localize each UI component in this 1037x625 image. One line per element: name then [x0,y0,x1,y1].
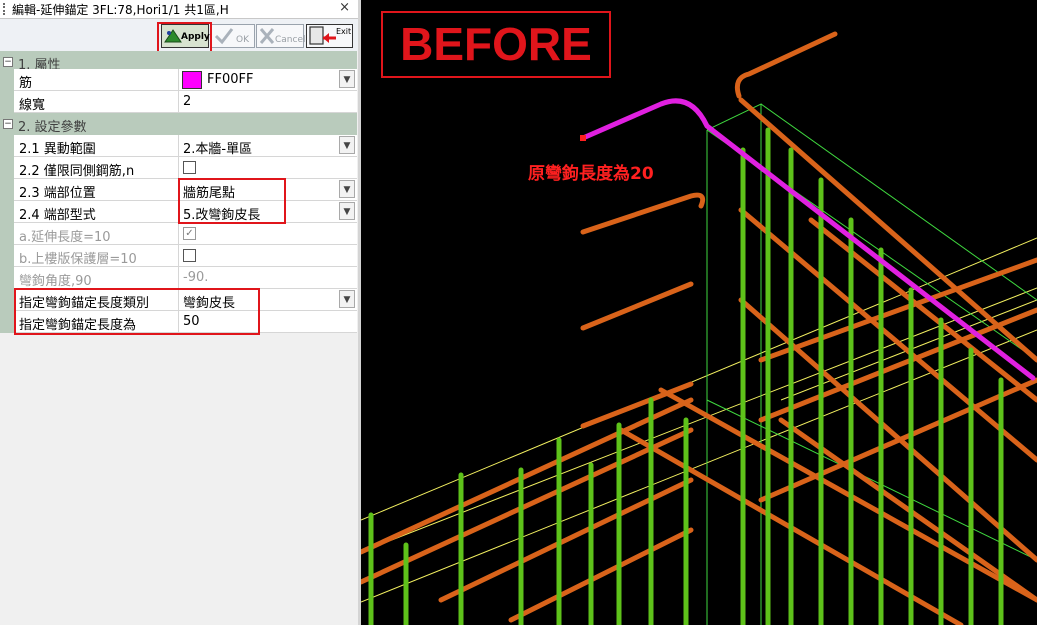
chevron-down-icon[interactable]: ▼ [339,136,355,154]
extend-length-checkbox: ✓ [183,227,196,240]
prop-name: a.延伸長度=10 [19,230,111,245]
prop-name: 彎鉤角度,90 [19,274,92,289]
before-badge: BEFORE [381,11,611,78]
chevron-down-icon[interactable]: ▼ [339,290,355,308]
panel-title: 編輯-延伸錨定 3FL:78,Hori1/1 共1區,H [12,3,229,17]
same-side-checkbox[interactable] [183,161,196,174]
anchor-settings-highlight-box [14,288,260,335]
prop-rebar[interactable]: 筋 FF00FF ▼ [0,69,357,91]
drag-grip-icon[interactable] [3,3,8,15]
prop-value: FF00FF [207,72,254,87]
rebar-3d-viewport[interactable] [361,0,1037,625]
prop-hook-angle: 彎鉤角度,90 -90. [0,267,357,289]
cancel-x-icon [259,28,275,44]
prop-line-width[interactable]: 線寬 2 [0,91,357,113]
end-settings-highlight-box [178,178,286,224]
chevron-down-icon[interactable]: ▼ [339,70,355,88]
apply-highlight-box [157,22,212,53]
section-label: 2. 設定參數 [18,120,87,135]
cancel-label: Cancel [275,35,306,45]
panel-title-bar: 編輯-延伸錨定 3FL:78,Hori1/1 共1區,H × [0,0,358,19]
exit-label: Exit [336,27,352,36]
prop-value: 2 [183,94,192,109]
prop-name: 筋 [19,76,33,91]
prop-slab-cover[interactable]: b.上樓版保護層=10 [0,245,357,267]
rebar-model [361,0,1037,625]
color-swatch [182,71,202,89]
ok-button[interactable]: OK [211,24,255,48]
property-panel: 編輯-延伸錨定 3FL:78,Hori1/1 共1區,H × Apply OK … [0,0,358,625]
prop-name: b.上樓版保護層=10 [19,252,137,267]
section-parameters[interactable]: − 2. 設定參數 [0,113,357,135]
check-icon [214,28,234,45]
exit-button[interactable]: Exit [306,24,353,48]
hook-length-annotation: 原彎鉤長度為20 [528,164,654,184]
prop-name: 2.2 僅限同側鋼筋,n [19,164,135,179]
slab-cover-checkbox[interactable] [183,249,196,262]
prop-extend-length: a.延伸長度=10 ✓ [0,223,357,245]
cancel-button[interactable]: Cancel [256,24,306,48]
prop-name: 2.3 端部位置 [19,186,96,201]
prop-same-side[interactable]: 2.2 僅限同側鋼筋,n [0,157,357,179]
prop-value: 2.本牆-單區 [183,142,253,157]
collapse-icon[interactable]: − [3,57,13,67]
prop-change-range[interactable]: 2.1 異動範圍 2.本牆-單區 ▼ [0,135,357,157]
close-icon[interactable]: × [339,0,350,15]
collapse-icon[interactable]: − [3,119,13,129]
ok-label: OK [236,35,249,45]
prop-name: 2.4 端部型式 [19,208,96,223]
chevron-down-icon[interactable]: ▼ [339,202,355,220]
prop-name: 線寬 [19,98,46,113]
prop-value: -90. [183,270,209,285]
chevron-down-icon[interactable]: ▼ [339,180,355,198]
prop-name: 2.1 異動範圍 [19,142,96,157]
